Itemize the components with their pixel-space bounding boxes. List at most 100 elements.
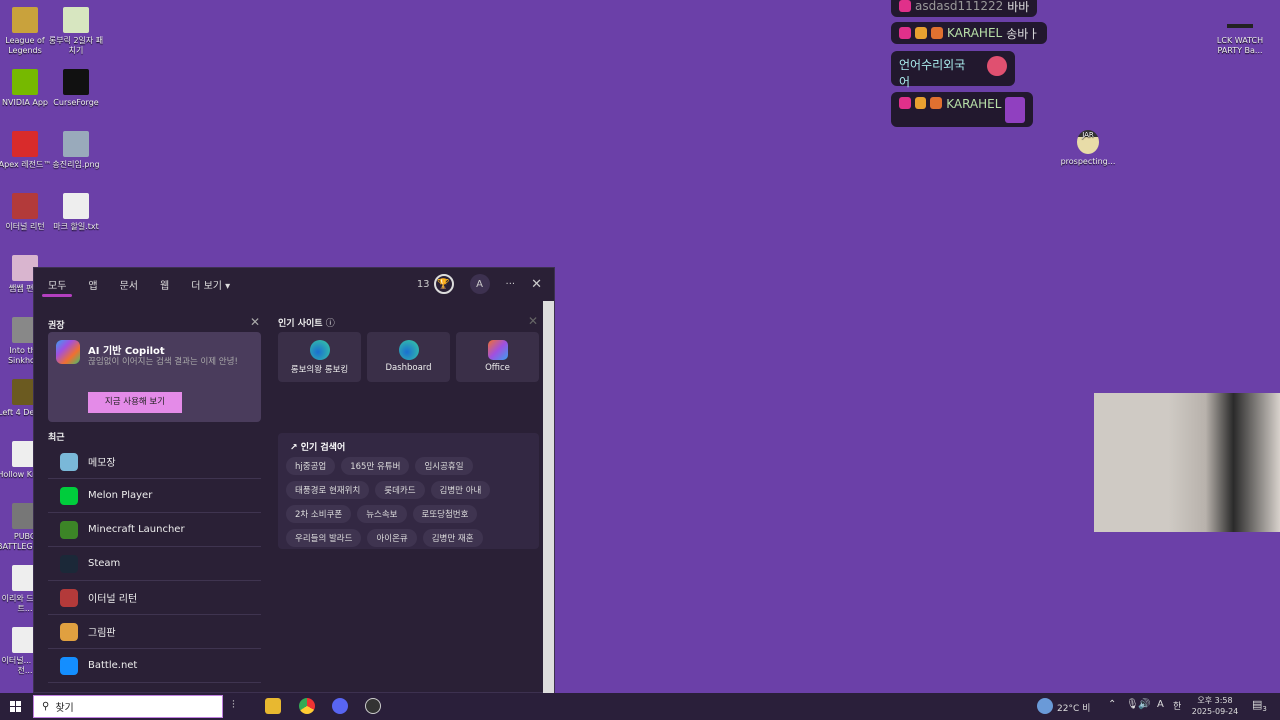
copilot-card[interactable]: AI 기반 Copilot 끊임없이 이어지는 검색 결과는 이제 안녕! 지금… xyxy=(48,332,261,422)
trending-chip[interactable]: 165만 유튜버 xyxy=(341,457,410,475)
trending-chip[interactable]: 뉴스속보 xyxy=(357,505,407,523)
tab-more[interactable]: 더 보기 ▾ xyxy=(191,277,230,292)
tab-all[interactable]: 모두 xyxy=(41,277,73,297)
chat-text: 송바ㅏ xyxy=(1006,26,1040,41)
chat-text: 언어수리외국어 xyxy=(899,58,966,89)
popular-sites-label: 인기 사이트 xyxy=(278,319,323,329)
site-tile[interactable]: Office xyxy=(456,332,539,382)
recent-app-item[interactable]: 메모장 xyxy=(48,445,261,479)
discord-icon[interactable] xyxy=(332,698,348,714)
trending-chip[interactable]: 김병만 아내 xyxy=(430,481,491,499)
close-icon[interactable]: ✕ xyxy=(250,315,260,329)
recommended-title: 권장 xyxy=(48,321,65,331)
recent-title: 최근 xyxy=(48,433,65,443)
app-label: Minecraft Launcher xyxy=(88,524,185,535)
trending-chip[interactable]: 아이온큐 xyxy=(367,529,417,547)
task-view-icon[interactable]: ⫶ xyxy=(232,698,248,714)
icon-label: LCK WATCH PARTY Ba... xyxy=(1216,36,1264,55)
korean-ime-icon[interactable]: 한 xyxy=(1173,699,1181,712)
trending-chip[interactable]: 임시공휴일 xyxy=(415,457,473,475)
close-icon[interactable]: ✕ xyxy=(528,314,538,328)
file-icon xyxy=(63,193,89,219)
desktop-icon[interactable]: League of Legends xyxy=(0,7,53,56)
show-hidden-icons-icon[interactable]: ⌃ xyxy=(1108,699,1116,710)
desktop-icon-lck[interactable]: LCK WATCH PARTY Ba... xyxy=(1212,24,1268,56)
notification-center-icon[interactable]: ▤3 xyxy=(1252,698,1267,713)
desktop-icon-prospecting[interactable]: JAR prospecting... xyxy=(1060,130,1116,167)
site-tile[interactable]: Dashboard xyxy=(367,332,450,382)
app-label: Battle.net xyxy=(88,660,138,671)
recent-app-item[interactable]: Melon Player xyxy=(48,479,261,513)
more-options-button[interactable]: ··· xyxy=(506,279,516,290)
close-icon[interactable]: ✕ xyxy=(531,277,542,292)
file-icon xyxy=(63,131,89,157)
chat-nick: asdasd111222 xyxy=(915,0,1004,13)
site-tile[interactable]: 롱보의왕 롱보킹 xyxy=(278,332,361,382)
edge-icon xyxy=(398,340,419,360)
recent-app-item[interactable]: Battle.net xyxy=(48,649,261,683)
info-icon[interactable]: ⓘ xyxy=(326,319,335,329)
trending-chip[interactable]: 로또당첨번호 xyxy=(412,505,478,523)
copilot-icon xyxy=(56,340,80,364)
heart-badge-icon xyxy=(899,27,911,39)
windows-start-icon[interactable] xyxy=(10,701,21,712)
taskbar: ⚲ 찾기 ⫶ 22°C 비 ⌃ 🎙 🔊 A 한 오후 3:58 2025-09-24… xyxy=(0,693,1280,720)
trending-chip[interactable]: 태풍경로 현재위치 xyxy=(286,481,370,499)
chat-nick: KARAHEL xyxy=(947,26,1003,40)
chat-nick: KARAHEL xyxy=(946,97,1002,111)
volume-icon[interactable]: 🔊 xyxy=(1138,699,1150,710)
trending-chip[interactable]: 우리들의 발라드 xyxy=(286,529,362,547)
desktop-icon[interactable]: 마크 할일.txt xyxy=(48,193,104,232)
microphone-icon[interactable]: 🎙 xyxy=(1126,699,1139,710)
heart-badge-icon xyxy=(899,0,911,12)
search-input[interactable]: 찾기 xyxy=(55,699,73,714)
copilot-description: 끊임없이 이어지는 검색 결과는 이제 안녕! xyxy=(88,357,238,367)
recent-app-item[interactable]: 이터널 리턴 xyxy=(48,581,261,615)
scrollbar[interactable] xyxy=(543,301,554,693)
search-box[interactable]: ⚲ 찾기 xyxy=(33,695,223,718)
trending-title: ↗ 인기 검색어 xyxy=(290,440,345,453)
clock[interactable]: 오후 3:58 2025-09-24 xyxy=(1190,695,1240,717)
trending-chip[interactable]: hj중공업 xyxy=(286,457,336,475)
chrome-icon[interactable] xyxy=(299,698,315,714)
file-explorer-icon[interactable] xyxy=(265,698,281,714)
chat-message: KARAHEL xyxy=(891,92,1033,127)
trending-chip[interactable]: 김병만 재혼 xyxy=(422,529,483,547)
search-panel: 모두 앱 문서 웹 더 보기 ▾ 13 🏆 A ··· ✕ 권장 ✕ AI 기반… xyxy=(33,267,555,693)
app-icon xyxy=(12,193,38,219)
chat-message: KARAHEL 송바ㅏ xyxy=(891,22,1048,44)
desktop-icon[interactable]: 이터널 리턴 xyxy=(0,193,53,232)
icon-label: 이터널 리턴 xyxy=(5,222,45,231)
rewards-icon[interactable]: 🏆 xyxy=(433,274,454,294)
app-icon xyxy=(12,69,38,95)
recent-app-item[interactable]: 그림판 xyxy=(48,615,261,649)
tab-web[interactable]: 웹 xyxy=(160,277,169,292)
app-icon xyxy=(60,622,78,641)
heart-badge-icon xyxy=(899,97,911,109)
try-copilot-button[interactable]: 지금 사용해 보기 xyxy=(88,392,182,413)
desktop-icon[interactable]: 송진리임.png xyxy=(48,131,104,170)
account-avatar[interactable]: A xyxy=(469,274,490,294)
icon-label: prospecting... xyxy=(1060,157,1116,166)
chat-text: 바바 xyxy=(1007,0,1030,14)
ime-indicator[interactable]: A xyxy=(1157,699,1164,710)
chat-message: asdasd111222 바바 xyxy=(891,0,1038,17)
recent-app-item[interactable]: Minecraft Launcher xyxy=(48,513,261,547)
desktop-icon[interactable]: NVIDIA App xyxy=(0,69,53,108)
file-icon xyxy=(63,7,89,33)
tab-documents[interactable]: 문서 xyxy=(120,277,138,292)
app-icon xyxy=(60,588,78,607)
tab-apps[interactable]: 앱 xyxy=(88,277,97,292)
clock-date: 2025-09-24 xyxy=(1191,707,1239,716)
trending-chip[interactable]: 2차 소비쿠폰 xyxy=(286,505,352,523)
trending-chip[interactable]: 롯데카드 xyxy=(375,481,425,499)
recent-app-item[interactable]: Steam xyxy=(48,547,261,581)
desktop-icon[interactable]: Apex 레전드™ xyxy=(0,131,53,170)
icon-label: NVIDIA App xyxy=(2,98,48,107)
desktop-icon[interactable]: CurseForge xyxy=(48,69,104,108)
weather-text[interactable]: 22°C 비 xyxy=(1057,701,1090,714)
desktop-icon[interactable]: 롱부릭 2일자 패치기 xyxy=(48,7,104,56)
site-label: Dashboard xyxy=(385,363,432,373)
obs-icon[interactable] xyxy=(365,698,381,714)
app-icon xyxy=(60,486,78,505)
